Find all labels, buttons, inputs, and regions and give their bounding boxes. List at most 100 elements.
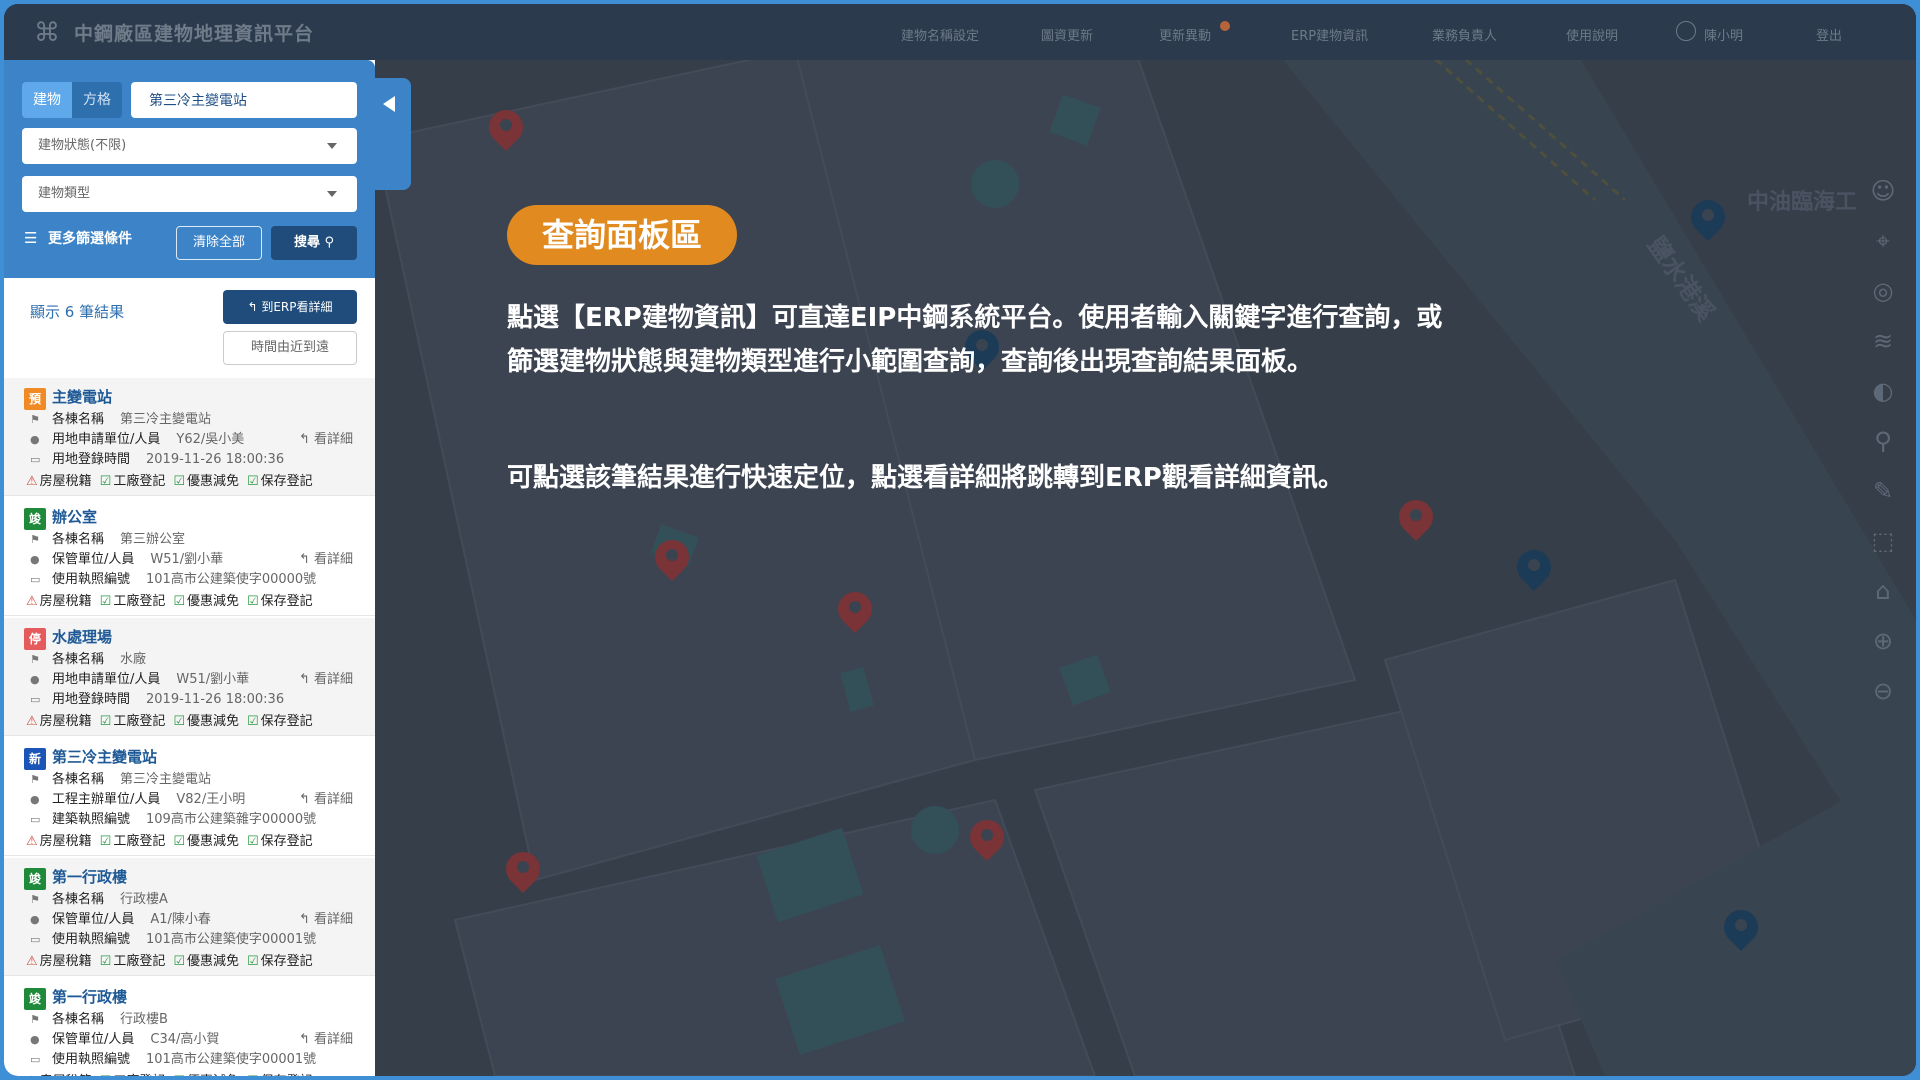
search-form: 建物 方格 建物狀態(不限) 建物類型 ☰ 更多篩選條件 清除全部 搜尋 ⚲ xyxy=(4,60,375,278)
warning-icon: ⚠ xyxy=(26,954,38,969)
result-name[interactable]: 第三冷主變電站 xyxy=(52,746,157,767)
tag-label: 工廠登記 xyxy=(113,1074,165,1076)
reply-arrow-icon: ↰ xyxy=(298,912,314,927)
warning-icon: ⚠ xyxy=(26,474,38,489)
result-count: 顯示 6 筆結果 xyxy=(30,303,125,321)
view-details-label: 看詳細 xyxy=(313,552,353,567)
map-pin-blue[interactable] xyxy=(1716,902,1766,954)
panel-collapse-tab[interactable] xyxy=(375,78,411,190)
more-filters-button[interactable]: ☰ 更多篩選條件 xyxy=(24,228,132,248)
sort-button[interactable]: 時間由近到遠 xyxy=(223,331,357,365)
view-details-link[interactable]: ↰ 看詳細 xyxy=(299,908,353,927)
result-item[interactable]: 停水處理場 ⚑ 各棟名稱 水廠 ● 用地申請單位/人員 W51/劉小華 ▭ 用地登錄時間 2019… xyxy=(4,618,375,736)
result-field: ▭ 用地登錄時間 2019-11-26 18:00:36 xyxy=(30,688,284,707)
map-pin-blue[interactable] xyxy=(1509,542,1559,594)
check-icon: ☑ xyxy=(247,474,259,489)
tag-label: 房屋稅籍 xyxy=(39,834,92,849)
reply-arrow-icon: ↰ xyxy=(298,672,314,687)
filter-sliders-icon: ☰ xyxy=(24,229,38,247)
nav-building-name-settings[interactable]: 建物名稱設定 xyxy=(901,25,979,44)
warning-icon: ⚠ xyxy=(26,714,38,729)
nav-map-update[interactable]: 圖資更新 xyxy=(1041,25,1093,44)
result-name[interactable]: 辦公室 xyxy=(52,506,97,527)
result-field: ⚑ 各棟名稱 行政樓B xyxy=(30,1008,168,1027)
result-name[interactable]: 水處理場 xyxy=(52,626,112,647)
result-item[interactable]: 預主變電站 ⚑ 各棟名稱 第三冷主變電站 ● 用地申請單位/人員 Y62/吳小美 ▭ 用地登錄時… xyxy=(4,378,375,496)
view-details-link[interactable]: ↰ 看詳細 xyxy=(299,1028,353,1047)
layers-icon[interactable]: ≋ xyxy=(1868,326,1898,356)
result-field: ● 保管單位/人員 C34/高小賀 xyxy=(30,1028,219,1047)
clear-all-button[interactable]: 清除全部 xyxy=(176,226,262,260)
view-details-link[interactable]: ↰ 看詳細 xyxy=(299,788,353,807)
user-name[interactable]: 陳小明 xyxy=(1704,25,1743,44)
result-item[interactable]: 新第三冷主變電站 ⚑ 各棟名稱 第三冷主變電站 ● 工程主辦單位/人員 V82/王小明 ▭ 建築… xyxy=(4,738,375,856)
zoom-out-icon[interactable]: ⊖ xyxy=(1868,676,1898,706)
result-item[interactable]: 竣辦公室 ⚑ 各棟名稱 第三辦公室 ● 保管單位/人員 W51/劉小華 ▭ 使用執照編號 101高… xyxy=(4,498,375,616)
calendar-icon: ▭ xyxy=(30,453,41,466)
user-location-icon[interactable]: ☺ xyxy=(1868,176,1898,206)
view-details-link[interactable]: ↰ 看詳細 xyxy=(299,428,353,447)
field-label: 用地申請單位/人員 xyxy=(52,432,161,447)
field-value: W51/劉小華 xyxy=(150,552,224,567)
building-icon: ⚑ xyxy=(30,533,40,546)
map-pin-red[interactable] xyxy=(1391,492,1441,544)
measure-icon[interactable]: ✎ xyxy=(1868,476,1898,506)
navigate-icon[interactable]: ◎ xyxy=(1868,276,1898,306)
search-button[interactable]: 搜尋 ⚲ xyxy=(271,226,357,260)
check-icon: ☑ xyxy=(173,714,185,729)
status-select-value: 建物狀態(不限) xyxy=(38,138,127,153)
building-icon: ⚑ xyxy=(30,773,40,786)
search-input[interactable] xyxy=(131,82,357,118)
result-name[interactable]: 主變電站 xyxy=(52,386,112,407)
home-icon[interactable]: ⌂ xyxy=(1868,576,1898,606)
type-select[interactable]: 建物類型 xyxy=(22,176,357,212)
compass-icon[interactable]: ◐ xyxy=(1868,376,1898,406)
nav-business-owner[interactable]: 業務負責人 xyxy=(1432,25,1497,44)
map-pin-red[interactable] xyxy=(830,584,880,636)
field-label: 各棟名稱 xyxy=(52,532,105,547)
notification-badge xyxy=(1220,21,1230,31)
nav-change-log[interactable]: 更新異動 xyxy=(1159,25,1211,44)
nav-erp-building-info[interactable]: ERP建物資訊 xyxy=(1291,25,1368,44)
map-pin-red[interactable] xyxy=(498,844,548,896)
search-map-icon[interactable]: ⚲ xyxy=(1868,426,1898,456)
result-name[interactable]: 第一行政樓 xyxy=(52,986,127,1007)
screenshot-icon[interactable]: ⬚ xyxy=(1868,526,1898,556)
check-icon: ☑ xyxy=(247,834,259,849)
result-name[interactable]: 第一行政樓 xyxy=(52,866,127,887)
result-item[interactable]: 竣第一行政樓 ⚑ 各棟名稱 行政樓B ● 保管單位/人員 C34/高小賀 ▭ 使用執照編號 101… xyxy=(4,978,375,1076)
field-label: 使用執照編號 xyxy=(52,1052,131,1067)
locate-icon[interactable]: ⌖ xyxy=(1868,226,1898,256)
field-label: 使用執照編號 xyxy=(52,932,131,947)
map-pin-red[interactable] xyxy=(647,532,697,584)
map-pin-red[interactable] xyxy=(962,812,1012,864)
status-badge: 竣 xyxy=(24,988,46,1010)
result-field: ▭ 使用執照編號 101高市公建築使字00001號 xyxy=(30,928,316,947)
zoom-in-icon[interactable]: ⊕ xyxy=(1868,626,1898,656)
result-tags: ⚠房屋稅籍☑工廠登記☑優惠減免☑保存登記 xyxy=(26,950,313,969)
map-pin-blue[interactable] xyxy=(1683,192,1733,244)
status-badge: 新 xyxy=(24,748,46,770)
tab-building[interactable]: 建物 xyxy=(22,82,72,118)
tag-label: 房屋稅籍 xyxy=(39,474,92,489)
view-details-label: 看詳細 xyxy=(313,432,353,447)
field-value: 水廠 xyxy=(120,652,147,667)
view-details-link[interactable]: ↰ 看詳細 xyxy=(299,548,353,567)
tab-grid[interactable]: 方格 xyxy=(72,82,122,118)
user-avatar-icon[interactable] xyxy=(1676,21,1696,41)
field-value: 第三冷主變電站 xyxy=(120,772,212,787)
check-icon: ☑ xyxy=(99,714,112,729)
result-field: ● 保管單位/人員 W51/劉小華 xyxy=(30,548,223,567)
map-pin-red[interactable] xyxy=(481,102,531,154)
tag-label: 房屋稅籍 xyxy=(39,714,92,729)
chevron-down-icon xyxy=(327,191,337,197)
view-details-link[interactable]: ↰ 看詳細 xyxy=(299,668,353,687)
erp-details-button[interactable]: ↰ 到ERP看詳細 xyxy=(223,290,357,324)
view-details-label: 看詳細 xyxy=(313,672,353,687)
status-select[interactable]: 建物狀態(不限) xyxy=(22,128,357,164)
result-item[interactable]: 竣第一行政樓 ⚑ 各棟名稱 行政樓A ● 保管單位/人員 A1/陳小春 ▭ 使用執照編號 101高… xyxy=(4,858,375,976)
nav-user-guide[interactable]: 使用說明 xyxy=(1566,25,1618,44)
tag-label: 優惠減免 xyxy=(187,714,240,729)
logout-link[interactable]: 登出 xyxy=(1816,25,1842,44)
tag-label: 房屋稅籍 xyxy=(39,594,92,609)
